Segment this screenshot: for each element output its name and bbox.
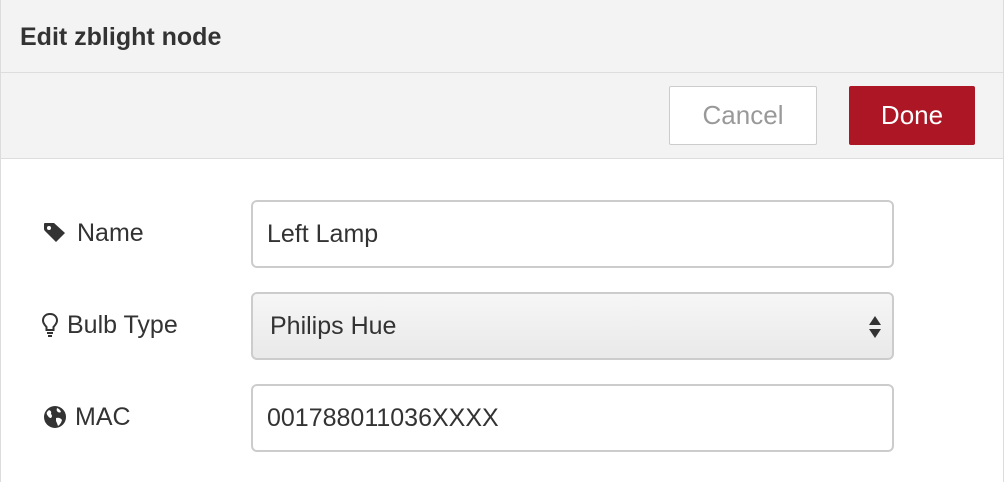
mac-input[interactable] [251,384,894,452]
name-label: Name [43,217,144,249]
tray-header: Edit zblight node [1,0,1003,73]
form-row-bulb-type: Bulb Type Philips Hue [1,292,1003,360]
name-label-text: Name [77,218,144,247]
done-button[interactable]: Done [849,86,975,145]
bulb-type-label: Bulb Type [41,309,178,341]
name-input[interactable] [251,200,894,268]
tray-title: Edit zblight node [20,23,222,51]
lightbulb-icon [41,312,59,338]
mac-label-text: MAC [75,402,131,431]
form-row-mac: MAC [1,384,1003,452]
tray-toolbar: Cancel Done [1,73,1003,159]
tag-icon [43,222,69,244]
select-arrows-icon [868,314,882,340]
mac-label: MAC [43,401,131,433]
form-row-name: Name [1,200,1003,268]
bulb-type-label-text: Bulb Type [67,310,178,339]
edit-node-tray: Edit zblight node Cancel Done Name Left … [0,0,1004,482]
tray-body: Name Bulb Type Philips Hue [1,159,1003,482]
globe-icon [43,405,67,429]
bulb-type-selected-value: Philips Hue [270,312,397,340]
bulb-type-select[interactable]: Philips Hue [251,292,894,360]
cancel-button[interactable]: Cancel [669,86,817,145]
